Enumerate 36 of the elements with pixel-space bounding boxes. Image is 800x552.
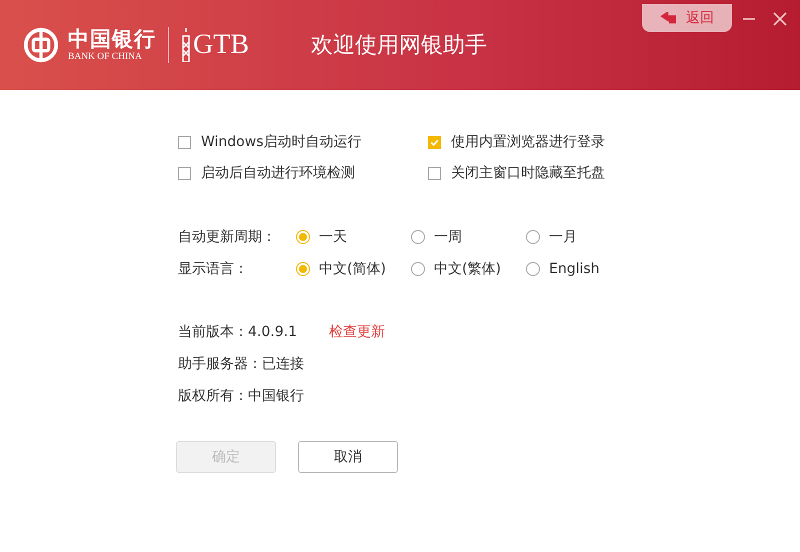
radio-button[interactable] [296, 230, 310, 244]
logo-english-text: BANK OF CHINA [68, 51, 143, 63]
tower-icon [181, 28, 191, 62]
checkbox[interactable] [428, 166, 441, 180]
setting-label: 自动更新周期： [178, 228, 277, 246]
checkbox-label: 使用内置浏览器进行登录 [451, 133, 605, 151]
coin-logo-icon [22, 26, 60, 64]
logo-chinese-text: 中国银行 [68, 27, 156, 51]
window-title: 欢迎使用网银助手 [311, 32, 487, 60]
cancel-button[interactable]: 取消 [298, 441, 398, 473]
back-button[interactable]: 返回 [642, 4, 732, 32]
check-update-link[interactable]: 检查更新 [328, 323, 385, 341]
radio-button[interactable] [296, 262, 310, 276]
radio-button[interactable] [526, 230, 540, 244]
radio-label: 中文(简体) [319, 260, 386, 278]
logo-gtb-text: GTB [193, 29, 249, 61]
radio-button[interactable] [411, 230, 425, 244]
radio-label: 中文(繁体) [434, 260, 501, 278]
info-text: 助手服务器：已连接 [178, 355, 304, 373]
radio-label: English [549, 261, 600, 277]
radio-label: 一月 [549, 228, 577, 246]
info-text: 当前版本：4.0.9.1 [178, 323, 297, 341]
return-arrow-icon [660, 12, 678, 24]
checkbox-label: 启动后自动进行环境检测 [201, 164, 355, 182]
radio-button[interactable] [411, 262, 425, 276]
radio-label: 一天 [319, 228, 347, 246]
checkbox[interactable] [178, 166, 191, 180]
checkbox[interactable] [428, 136, 441, 148]
radio-label: 一周 [434, 228, 462, 246]
setting-label: 显示语言： [178, 260, 249, 278]
checkbox-label: 关闭主窗口时隐藏至托盘 [451, 164, 605, 182]
close-icon[interactable] [773, 12, 787, 26]
checkbox-label: Windows启动时自动运行 [201, 133, 362, 151]
info-text: 版权所有：中国银行 [178, 387, 304, 405]
checkbox[interactable] [178, 136, 191, 148]
radio-button[interactable] [526, 262, 540, 276]
